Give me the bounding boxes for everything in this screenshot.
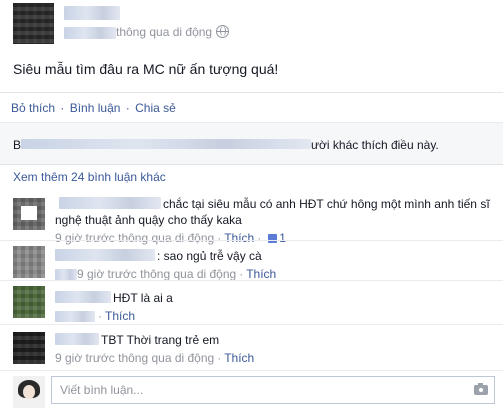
comment-like-link[interactable]: Thích: [105, 309, 135, 323]
post-text: Siêu mẫu tìm đâu ra MC nữ ấn tượng quá!: [13, 61, 279, 77]
actions-separator: ·: [60, 101, 65, 115]
post-meta-text: thông qua di động: [116, 25, 213, 39]
post-header: thông qua di động: [0, 0, 503, 50]
my-avatar: [13, 376, 45, 408]
commenter-name[interactable]: [55, 249, 155, 261]
comment-meta: · Thích: [55, 308, 495, 324]
comment-text: HĐT là ai a: [113, 291, 173, 305]
post-meta: thông qua di động: [64, 25, 230, 39]
likes-bar: Bười khác thích điều này.: [0, 122, 503, 165]
comment-input[interactable]: [51, 376, 495, 404]
likes-suffix: ười khác thích điều này.: [311, 138, 439, 152]
comment-like-link[interactable]: Thích: [224, 351, 254, 365]
commenter-avatar[interactable]: [13, 286, 45, 318]
camera-icon[interactable]: [474, 383, 488, 395]
comment-like-link[interactable]: Thích: [246, 267, 276, 281]
commenter-avatar[interactable]: [13, 332, 45, 364]
comment-body: chắc tại siêu mẫu có anh HĐT chứ hông mộ…: [55, 196, 495, 246]
post-time[interactable]: [64, 26, 116, 39]
author-name[interactable]: [64, 6, 120, 20]
comment-divider: [0, 324, 503, 325]
likers-names[interactable]: [21, 139, 312, 149]
commenter-name[interactable]: [55, 291, 111, 303]
comment-time[interactable]: 9 giờ trước thông qua di động: [55, 231, 214, 245]
comment-time[interactable]: 9 giờ trước thông qua di động: [55, 351, 214, 365]
comment-link[interactable]: Bình luận: [70, 101, 121, 115]
comment-divider: [0, 370, 503, 371]
comment-meta: 9 giờ trước thông qua di động · Thích · 1: [55, 231, 286, 245]
post-actions: Bỏ thích · Bình luận · Chia sẻ: [0, 92, 503, 122]
comment-time[interactable]: [55, 311, 95, 323]
comment-body: TBT Thời trang trẻ em 9 giờ trước thông …: [55, 332, 495, 366]
actions-separator: ·: [125, 101, 130, 115]
comment-like-link[interactable]: Thích: [224, 231, 254, 245]
comment-time[interactable]: 9 giờ trước thông qua di động: [55, 267, 236, 281]
thumb-up-icon: [268, 234, 278, 243]
comment-meta: 9 giờ trước thông qua di động · Thích: [55, 351, 255, 365]
comment-text: : sao ngủ trễ vậy cà: [157, 249, 262, 263]
share-link[interactable]: Chia sẻ: [135, 101, 176, 115]
comment-divider: [0, 240, 503, 241]
commenter-avatar[interactable]: [13, 198, 45, 230]
author-avatar[interactable]: [13, 3, 54, 44]
commenter-name[interactable]: [59, 197, 161, 209]
likes-prefix: B: [13, 138, 22, 152]
unlike-link[interactable]: Bỏ thích: [11, 101, 55, 115]
comment-body: HĐT là ai a · Thích: [55, 290, 495, 324]
likes-summary[interactable]: Bười khác thích điều này.: [13, 138, 439, 152]
commenter-name[interactable]: [55, 333, 99, 345]
commenter-avatar[interactable]: [13, 246, 45, 278]
comment-composer: [0, 374, 503, 408]
comment-text: TBT Thời trang trẻ em: [101, 333, 220, 347]
comment-body: : sao ngủ trễ vậy cà 9 giờ trước thông q…: [55, 248, 495, 282]
comment-divider: [0, 280, 503, 281]
globe-icon: [216, 25, 230, 38]
view-more-comments-link[interactable]: Xem thêm 24 bình luận khác: [13, 170, 166, 184]
comment-like-count[interactable]: 1: [279, 231, 286, 245]
